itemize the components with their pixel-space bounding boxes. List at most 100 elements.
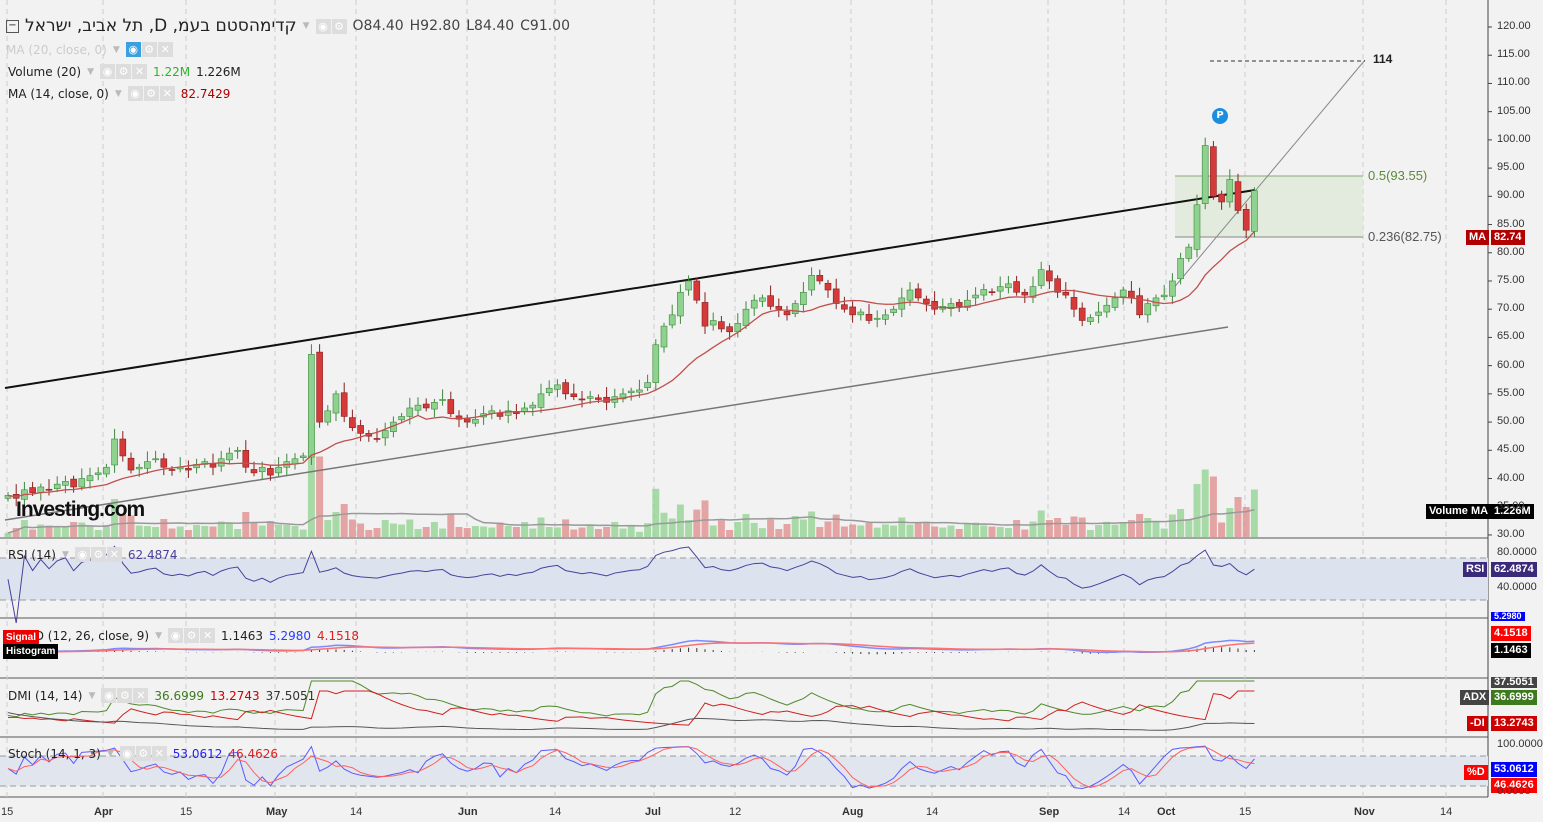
candle-body xyxy=(890,308,897,313)
eye-icon[interactable]: ◉ xyxy=(101,688,117,703)
volume-bar xyxy=(685,520,693,537)
candle-body xyxy=(521,407,528,412)
volume-bar xyxy=(619,528,627,537)
volume-bar xyxy=(553,527,561,537)
macd-value-tag: 5.2980 xyxy=(1491,612,1525,621)
candle-body xyxy=(996,286,1004,292)
volume-bar xyxy=(283,525,291,537)
collapse-icon[interactable]: − xyxy=(6,19,19,33)
gear-icon[interactable]: ⚙ xyxy=(135,746,151,761)
stoch-k-value-tag: 53.0612 xyxy=(1491,762,1537,777)
candle-body xyxy=(791,303,799,315)
event-marker[interactable]: P xyxy=(1212,108,1228,124)
gear-icon[interactable]: ⚙ xyxy=(90,547,106,562)
eye-icon[interactable]: ◉ xyxy=(100,64,115,79)
close-icon[interactable]: ✕ xyxy=(106,547,122,562)
candle-body xyxy=(1021,291,1029,296)
chevron-down-icon[interactable]: ▼ xyxy=(107,749,114,759)
candle-body xyxy=(841,304,848,310)
gear-icon[interactable]: ⚙ xyxy=(184,628,200,643)
volume-bar xyxy=(963,523,971,537)
candle-body xyxy=(578,398,586,401)
eye-icon[interactable]: ◉ xyxy=(74,547,90,562)
close-icon[interactable]: ✕ xyxy=(159,86,175,101)
candle-body xyxy=(1242,209,1250,231)
x-tick-label: Apr xyxy=(94,806,113,818)
minus-di-value-tag: 13.2743 xyxy=(1491,716,1537,731)
candle-body xyxy=(94,472,102,475)
eye-icon[interactable]: ◉ xyxy=(315,18,331,34)
chevron-down-icon[interactable]: ▼ xyxy=(115,89,122,99)
candle-body xyxy=(709,320,717,326)
x-tick-label: 15 xyxy=(180,806,193,818)
close-icon[interactable]: ✕ xyxy=(151,746,167,761)
volume-bar xyxy=(750,522,758,537)
candle-body xyxy=(832,288,840,304)
volume-bar xyxy=(676,504,684,537)
ma-price-tag: 82.74 xyxy=(1491,230,1525,245)
candle-body xyxy=(931,300,938,310)
macd-signal-value-tag: 4.1518 xyxy=(1491,626,1531,641)
volume-bar xyxy=(488,527,496,537)
x-tick-label: 14 xyxy=(350,806,363,818)
volume-bar xyxy=(611,522,619,537)
adx-value-tag: 36.6999 xyxy=(1491,690,1537,705)
adx-top-tag: 37.5051 xyxy=(1491,677,1537,688)
close-icon[interactable]: ✕ xyxy=(157,42,173,57)
volume-bar xyxy=(783,524,791,537)
chevron-down-icon[interactable]: ▼ xyxy=(62,550,69,560)
volume-bar xyxy=(480,526,488,537)
gear-icon[interactable]: ⚙ xyxy=(331,18,347,34)
candle-body xyxy=(849,306,856,316)
candle-body xyxy=(759,297,766,302)
volume-bar xyxy=(1193,484,1201,537)
candle-body xyxy=(324,410,332,423)
candle-body xyxy=(160,458,168,468)
volume-bar xyxy=(537,517,545,537)
chevron-down-icon[interactable]: ▼ xyxy=(303,21,310,31)
eye-icon[interactable]: ◉ xyxy=(127,86,143,101)
candle-body xyxy=(414,404,422,411)
gear-icon[interactable]: ⚙ xyxy=(117,688,133,703)
close-icon[interactable]: ✕ xyxy=(133,688,149,703)
candle-body xyxy=(111,438,118,466)
y-tick-label: 115.00 xyxy=(1497,48,1530,61)
chevron-down-icon[interactable]: ▼ xyxy=(113,45,120,55)
volume-bar xyxy=(799,519,807,537)
close-icon[interactable]: ✕ xyxy=(200,628,216,643)
candle-body xyxy=(1160,294,1168,298)
chevron-down-icon[interactable]: ▼ xyxy=(88,691,95,701)
gear-icon[interactable]: ⚙ xyxy=(141,42,157,57)
volume-ma-value: 1.226M xyxy=(196,64,241,79)
candle-body xyxy=(1177,258,1184,280)
volume-bar xyxy=(1250,489,1258,537)
volume-bar xyxy=(832,514,840,537)
gear-icon[interactable]: ⚙ xyxy=(116,64,131,79)
eye-icon[interactable]: ◉ xyxy=(168,628,184,643)
candle-body xyxy=(29,487,36,493)
volume-bar xyxy=(1136,514,1144,537)
close-icon[interactable]: ✕ xyxy=(132,64,147,79)
volume-bar xyxy=(381,520,389,537)
candle-body xyxy=(37,486,45,493)
gear-icon[interactable]: ⚙ xyxy=(143,86,159,101)
dmi-adx-value: 37.5051 xyxy=(265,688,316,703)
volume-bar xyxy=(152,527,160,537)
chevron-down-icon[interactable]: ▼ xyxy=(155,631,162,641)
candle-body xyxy=(1111,297,1119,308)
volume-bar xyxy=(586,525,594,537)
candle-body xyxy=(586,396,594,399)
volume-bar xyxy=(414,529,422,537)
volume-bar xyxy=(209,526,217,537)
ma14-value: 82.7429 xyxy=(180,86,231,101)
y-tick-label: 90.00 xyxy=(1497,189,1525,202)
eye-icon[interactable]: ◉ xyxy=(119,746,135,761)
candle-body xyxy=(234,449,241,452)
candle-body xyxy=(209,463,217,468)
chevron-down-icon[interactable]: ▼ xyxy=(87,67,94,77)
eye-icon[interactable]: ◉ xyxy=(125,42,141,57)
volume-bar xyxy=(988,526,996,537)
indicator-tick-label: 40.0000 xyxy=(1497,581,1537,593)
upper-trendline xyxy=(4,189,1256,389)
volume-bar xyxy=(389,523,397,537)
